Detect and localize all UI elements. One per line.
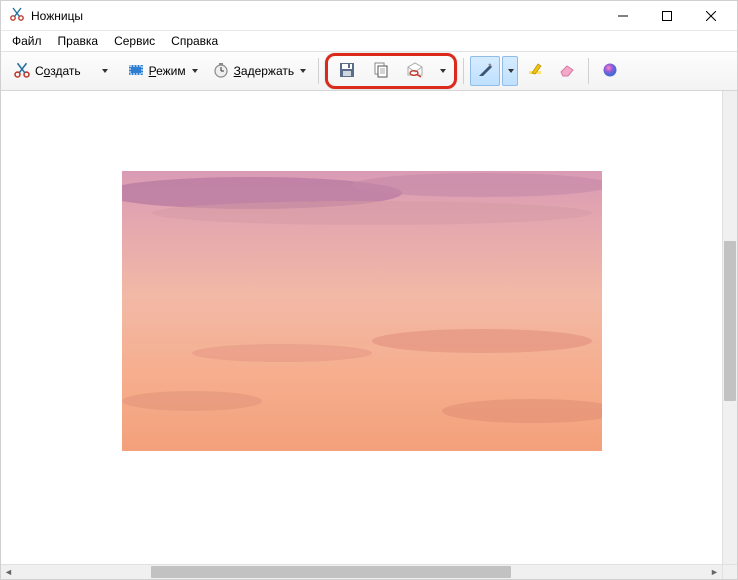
new-snip-button[interactable]: Создать [7, 56, 87, 86]
close-button[interactable] [689, 2, 733, 30]
window-controls [601, 2, 733, 30]
minimize-button[interactable] [601, 2, 645, 30]
scroll-left-arrow[interactable]: ◄ [1, 567, 16, 577]
new-snip-label: Создать [35, 64, 81, 78]
pen-button[interactable] [470, 56, 500, 86]
paint3d-icon [601, 61, 619, 82]
save-icon [338, 61, 356, 82]
delay-button[interactable]: Задержать [206, 56, 312, 86]
vertical-scroll-thumb[interactable] [724, 241, 736, 401]
chevron-down-icon [102, 69, 108, 73]
highlighter-icon [526, 61, 544, 82]
mode-icon [127, 61, 145, 82]
highlighter-button[interactable] [520, 56, 550, 86]
scroll-right-arrow[interactable]: ► [707, 567, 722, 577]
copy-icon [372, 61, 390, 82]
horizontal-scroll-track[interactable] [16, 565, 707, 579]
copy-button[interactable] [366, 56, 396, 86]
menu-help[interactable]: Справка [164, 33, 225, 49]
scissors-icon [13, 61, 31, 82]
mode-button[interactable]: Режим [121, 56, 204, 86]
scissors-app-icon [9, 6, 25, 25]
mail-icon [406, 61, 424, 82]
eraser-icon [558, 61, 576, 82]
content-area: ◄ ► [1, 91, 737, 579]
horizontal-scroll-thumb[interactable] [151, 566, 511, 578]
eraser-button[interactable] [552, 56, 582, 86]
vertical-scrollbar[interactable] [722, 91, 737, 564]
maximize-button[interactable] [645, 2, 689, 30]
captured-image [122, 171, 602, 451]
horizontal-scrollbar[interactable]: ◄ ► [1, 564, 722, 579]
chevron-down-icon [440, 69, 446, 73]
paint3d-button[interactable] [595, 56, 625, 86]
pen-icon [476, 61, 494, 82]
chevron-down-icon [300, 69, 306, 73]
toolbar-separator [318, 58, 319, 84]
save-button[interactable] [332, 56, 362, 86]
title-bar: Ножницы [1, 1, 737, 31]
chevron-down-icon [192, 69, 198, 73]
menu-file[interactable]: Файл [5, 33, 49, 49]
toolbar-separator [588, 58, 589, 84]
send-mail-dropdown[interactable] [434, 56, 450, 86]
send-mail-button[interactable] [400, 56, 430, 86]
toolbar: Создать Режим Задержать [1, 51, 737, 91]
new-snip-dropdown[interactable] [89, 56, 119, 86]
highlighted-tool-group [325, 53, 457, 89]
menu-bar: Файл Правка Сервис Справка [1, 31, 737, 51]
menu-edit[interactable]: Правка [51, 33, 106, 49]
delay-label: Задержать [234, 64, 294, 78]
window-title: Ножницы [31, 9, 601, 23]
clock-icon [212, 61, 230, 82]
pen-dropdown[interactable] [502, 56, 518, 86]
scroll-corner [722, 564, 737, 579]
mode-label: Режим [149, 64, 186, 78]
toolbar-separator [463, 58, 464, 84]
canvas[interactable] [1, 91, 722, 564]
chevron-down-icon [508, 69, 514, 73]
menu-tools[interactable]: Сервис [107, 33, 162, 49]
